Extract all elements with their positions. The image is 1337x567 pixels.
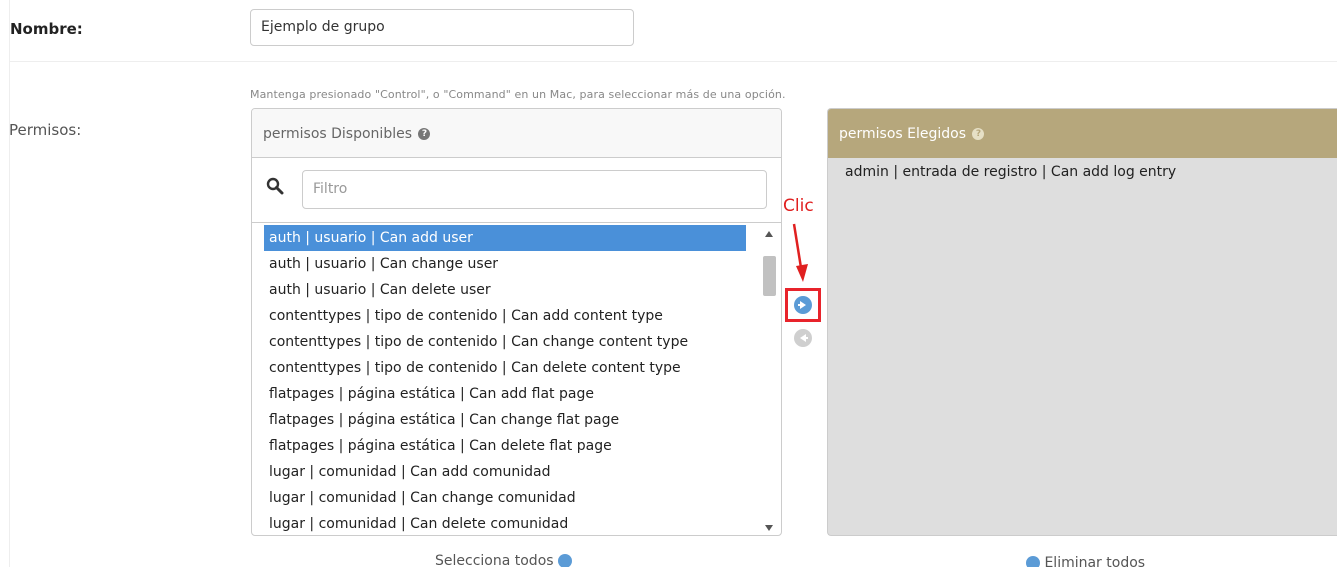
chosen-header: permisos Elegidos ? <box>828 109 1337 158</box>
list-item[interactable]: lugar | comunidad | Can add comunidad <box>264 459 746 485</box>
help-text: Mantenga presionado "Control", o "Comman… <box>250 88 786 101</box>
chosen-title: permisos Elegidos <box>839 126 967 142</box>
select-all-icon <box>558 554 573 567</box>
available-options-list[interactable]: auth | usuario | Can add user auth | usua… <box>264 225 746 535</box>
available-header: permisos Disponibles ? <box>252 109 781 158</box>
list-item[interactable]: lugar | comunidad | Can change comunidad <box>264 485 746 511</box>
filter-input[interactable]: Filtro <box>302 170 767 209</box>
list-item[interactable]: flatpages | página estática | Can delete… <box>264 433 746 459</box>
remove-all-icon <box>1026 556 1040 567</box>
add-highlight-frame <box>785 288 821 322</box>
list-item[interactable]: contenttypes | tipo de contenido | Can c… <box>264 329 746 355</box>
list-item[interactable]: lugar | comunidad | Can delete comunidad <box>264 511 746 535</box>
available-permissions-box: permisos Disponibles ? Filtro auth | usu… <box>251 108 782 536</box>
remove-all-label: Eliminar todos <box>1044 555 1146 567</box>
search-icon <box>266 177 284 195</box>
scrollbar[interactable] <box>760 225 779 535</box>
permissions-label: Permisos: <box>9 121 82 139</box>
list-item[interactable]: flatpages | página estática | Can add fl… <box>264 381 746 407</box>
list-item[interactable]: auth | usuario | Can add user <box>264 225 746 251</box>
remove-all-link[interactable]: Eliminar todos <box>1026 555 1145 567</box>
name-input[interactable]: Ejemplo de grupo <box>250 9 634 46</box>
list-item[interactable]: contenttypes | tipo de contenido | Can d… <box>264 355 746 381</box>
list-item[interactable]: auth | usuario | Can change user <box>264 251 746 277</box>
list-item[interactable]: contenttypes | tipo de contenido | Can a… <box>264 303 746 329</box>
annotation-arrow-icon <box>792 223 808 282</box>
chosen-permissions-box: permisos Elegidos ? admin | entrada de r… <box>827 108 1337 536</box>
annotation-text: Clic <box>783 196 814 216</box>
scroll-down-arrow-icon[interactable] <box>765 525 773 531</box>
filter-area: Filtro <box>252 158 781 223</box>
add-arrow-icon[interactable] <box>794 296 812 314</box>
name-row <box>9 0 1337 62</box>
list-item[interactable]: auth | usuario | Can delete user <box>264 277 746 303</box>
list-item[interactable]: flatpages | página estática | Can change… <box>264 407 746 433</box>
help-icon[interactable]: ? <box>418 128 431 140</box>
scroll-thumb[interactable] <box>763 256 776 296</box>
scroll-up-arrow-icon[interactable] <box>765 231 773 237</box>
remove-arrow-icon[interactable] <box>794 329 812 347</box>
name-label: Nombre: <box>10 20 83 38</box>
chosen-option[interactable]: admin | entrada de registro | Can add lo… <box>845 164 1176 180</box>
select-all-link[interactable]: Selecciona todos <box>435 553 573 567</box>
help-icon[interactable]: ? <box>972 128 985 140</box>
available-title: permisos Disponibles <box>263 126 413 142</box>
select-all-label: Selecciona todos <box>435 553 554 567</box>
